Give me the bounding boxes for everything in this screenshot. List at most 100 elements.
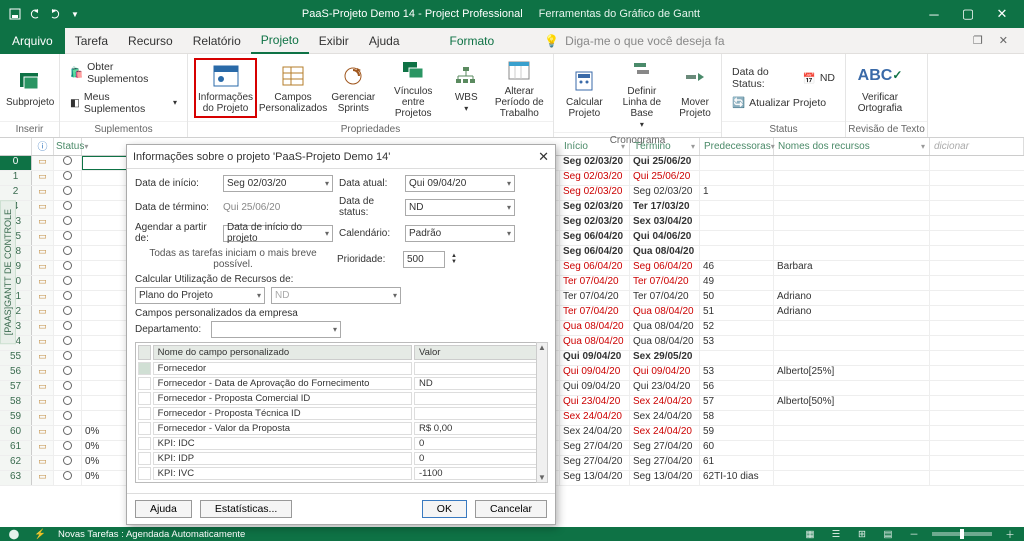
- group-revisao-label: Revisão de Texto: [846, 121, 927, 137]
- sb-view-network-icon[interactable]: ⊞: [854, 529, 870, 540]
- agendar-input[interactable]: Data de início do projeto▾: [223, 225, 333, 242]
- sb-view-gantt-icon[interactable]: ▦: [802, 529, 818, 540]
- tab-recurso[interactable]: Recurso: [118, 28, 183, 54]
- atualizar-projeto-button[interactable]: 🔄 Atualizar Projeto: [728, 94, 839, 111]
- calendario-input[interactable]: Padrão▾: [405, 225, 515, 242]
- wbs-button[interactable]: WBS▾: [449, 62, 484, 114]
- nd-input[interactable]: ND▾: [271, 287, 401, 304]
- ribbon-tabs: Arquivo Tarefa Recurso Relatório Projeto…: [0, 28, 1024, 54]
- definir-linha-base-button[interactable]: Definir Linha de Base▾: [617, 56, 667, 130]
- spellcheck-icon: ABC✓: [866, 62, 894, 90]
- sprints-icon: [339, 62, 367, 90]
- departamento-input[interactable]: ▾: [211, 321, 341, 338]
- verificar-ortografia-button[interactable]: ABC✓ Verificar Ortografia: [852, 62, 908, 114]
- group-suplementos-label: Suplementos: [60, 121, 187, 137]
- campos-personalizados-button[interactable]: Campos Personalizados: [265, 62, 321, 114]
- sb-zoom-in-icon[interactable]: ＋: [1002, 527, 1018, 541]
- dialog-title: Informações sobre o projeto 'PaaS-Projet…: [133, 151, 390, 163]
- termino-column-header[interactable]: Término▾: [630, 138, 700, 155]
- add-column-header[interactable]: dicionar: [930, 138, 1024, 155]
- tab-exibir[interactable]: Exibir: [309, 28, 359, 54]
- calculator-icon: [570, 67, 598, 95]
- data-status-label: Data de status:: [339, 196, 399, 218]
- status-column-header[interactable]: Status▾: [54, 138, 82, 155]
- zoom-slider[interactable]: [932, 532, 992, 536]
- close-icon[interactable]: ✕: [988, 0, 1016, 28]
- spinner-down-icon[interactable]: ▼: [451, 259, 457, 265]
- scrollbar-down-icon[interactable]: ▼: [537, 473, 547, 482]
- group-propriedades-label: Propriedades: [188, 121, 553, 137]
- baseline-icon: [628, 56, 656, 84]
- maximize-icon[interactable]: ▢: [954, 0, 982, 28]
- contextual-tab-title: Ferramentas do Gráfico de Gantt: [539, 8, 700, 20]
- quick-access-toolbar: ▼: [8, 7, 82, 21]
- subprojeto-icon: [16, 67, 44, 95]
- minimize-icon[interactable]: ─: [920, 0, 948, 28]
- gerenciar-sprints-button[interactable]: Gerenciar Sprints: [329, 62, 377, 114]
- subprojeto-button[interactable]: Subprojeto: [6, 67, 54, 108]
- app-title: PaaS-Projeto Demo 14 - Project Professio…: [302, 8, 523, 20]
- view-side-tab[interactable]: [PAAS]GANTT DE CONTROLE: [0, 200, 16, 344]
- sb-ready-icon: ⬤: [6, 529, 22, 540]
- move-project-icon: [681, 67, 709, 95]
- tellme-placeholder: Diga-me o que você deseja fa: [565, 34, 724, 48]
- close-subwindow-icon[interactable]: ✕: [999, 34, 1008, 47]
- save-icon[interactable]: [8, 7, 22, 21]
- window-control-icon[interactable]: ❐: [973, 34, 983, 47]
- indicator-column-header[interactable]: ⓘ: [32, 138, 54, 155]
- date-icon: 📅: [803, 72, 816, 85]
- plano-projeto-input[interactable]: Plano do Projeto▾: [135, 287, 265, 304]
- tab-relatorio[interactable]: Relatório: [183, 28, 251, 54]
- data-termino-label: Data de término:: [135, 202, 217, 213]
- inicio-column-header[interactable]: Início▾: [560, 138, 630, 155]
- mover-projeto-button[interactable]: Mover Projeto: [675, 67, 715, 119]
- qat-dropdown-icon[interactable]: ▼: [68, 7, 82, 21]
- custom-fields-icon: [279, 62, 307, 90]
- project-info-dialog: Informações sobre o projeto 'PaaS-Projet…: [126, 144, 556, 525]
- redo-icon[interactable]: [48, 7, 62, 21]
- statusbar: ⬤ ⚡ Novas Tarefas : Agendada Automaticam…: [0, 527, 1024, 541]
- scrollbar-up-icon[interactable]: ▲: [537, 343, 547, 352]
- tab-formato[interactable]: Formato: [440, 28, 505, 54]
- ajuda-button[interactable]: Ajuda: [135, 500, 192, 518]
- obter-suplementos-button[interactable]: 🛍️Obter Suplementos: [66, 59, 181, 87]
- schedule-hint: Todas as tarefas iniciam o mais breve po…: [135, 248, 331, 270]
- ok-button[interactable]: OK: [422, 500, 467, 518]
- group-status-label: Status: [722, 121, 845, 137]
- recursos-column-header[interactable]: Nomes dos recursos▾: [774, 138, 930, 155]
- info-icon: ⓘ: [38, 142, 48, 153]
- custom-fields-section-label: Campos personalizados da empresa: [135, 308, 547, 319]
- meus-suplementos-button[interactable]: ◧Meus Suplementos ▾: [66, 89, 181, 117]
- data-status-input[interactable]: ND▾: [405, 199, 515, 216]
- cancelar-button[interactable]: Cancelar: [475, 500, 547, 518]
- data-termino-value: Qui 25/06/20: [223, 202, 333, 213]
- undo-icon[interactable]: [28, 7, 42, 21]
- tab-ajuda[interactable]: Ajuda: [359, 28, 410, 54]
- calc-utilizacao-label: Calcular Utilização de Recursos de:: [135, 274, 547, 285]
- agendar-label: Agendar a partir de:: [135, 222, 217, 244]
- titlebar: ▼ PaaS-Projeto Demo 14 - Project Profess…: [0, 0, 1024, 28]
- informacoes-projeto-button[interactable]: Informações do Projeto: [194, 58, 257, 118]
- calcular-projeto-button[interactable]: Calcular Projeto: [560, 67, 609, 119]
- sb-schedule-icon: ⚡: [32, 529, 48, 540]
- links-icon: [399, 56, 427, 84]
- alterar-periodo-button[interactable]: Alterar Período de Trabalho: [492, 56, 547, 119]
- vinculos-projetos-button[interactable]: Vínculos entre Projetos: [386, 56, 441, 119]
- dialog-close-icon[interactable]: ✕: [538, 149, 549, 165]
- data-inicio-input[interactable]: Seg 02/03/20▾: [223, 175, 333, 192]
- predecessoras-column-header[interactable]: Predecessoras▾: [700, 138, 774, 155]
- data-status-row: Data do Status: 📅 ND: [728, 64, 839, 92]
- departamento-label: Departamento:: [135, 324, 205, 335]
- file-tab[interactable]: Arquivo: [0, 28, 65, 54]
- sb-view-table-icon[interactable]: ☰: [828, 529, 844, 540]
- prioridade-input[interactable]: 500: [403, 251, 445, 268]
- custom-fields-table[interactable]: Nome do campo personalizadoValor Fornece…: [135, 342, 547, 483]
- estatisticas-button[interactable]: Estatísticas...: [200, 500, 292, 518]
- sb-zoom-out-icon[interactable]: ─: [906, 529, 922, 540]
- tab-projeto[interactable]: Projeto: [251, 28, 309, 54]
- update-icon: 🔄: [732, 96, 745, 109]
- tab-tarefa[interactable]: Tarefa: [65, 28, 118, 54]
- data-atual-input[interactable]: Qui 09/04/20▾: [405, 175, 515, 192]
- tellme-search[interactable]: 💡 Diga-me o que você deseja fa: [544, 34, 724, 48]
- sb-view-calendar-icon[interactable]: ▤: [880, 529, 896, 540]
